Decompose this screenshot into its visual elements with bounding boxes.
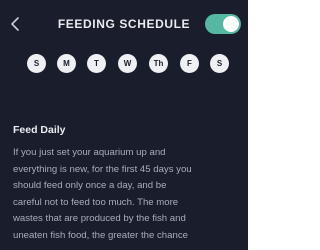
day-button-wednesday[interactable]: W [118,54,137,73]
section-body: If you just set your aquarium up and eve… [13,147,192,241]
day-button-thursday[interactable]: Th [149,54,168,73]
toggle-knob [223,16,239,32]
day-button-saturday[interactable]: S [210,54,229,73]
day-button-sunday[interactable]: S [27,54,46,73]
schedule-toggle[interactable] [205,14,241,34]
header-bar: FEEDING SCHEDULE [0,0,248,48]
day-button-monday[interactable]: M [57,54,76,73]
section-title: Feed Daily [13,124,66,136]
feeding-info: Feed Daily If you just set your aquarium… [13,124,241,244]
day-button-friday[interactable]: F [180,54,199,73]
feeding-schedule-screen: FEEDING SCHEDULE S M T W Th F S Feed Dai… [0,0,248,250]
day-selector: S M T W Th F S [0,54,248,78]
day-button-tuesday[interactable]: T [87,54,106,73]
